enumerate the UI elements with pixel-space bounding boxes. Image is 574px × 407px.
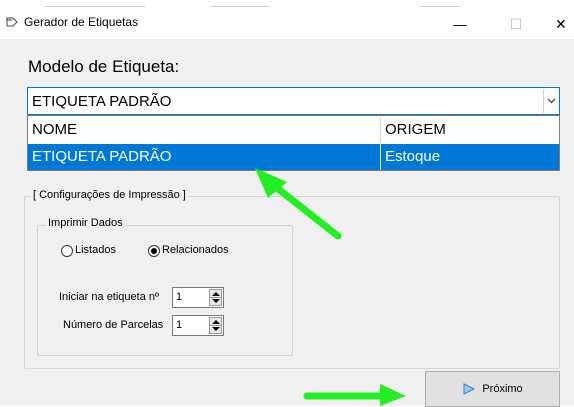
background-line [45,6,145,7]
chevron-down-icon [547,98,555,104]
minimize-button[interactable]: — [437,9,483,39]
modelo-dropdown-list: NOME ORIGEM ETIQUETA PADRÃO Estoque [27,115,560,171]
spin-up-icon [212,320,220,324]
parcelas-value: 1 [176,319,183,331]
spin-down-icon [212,327,220,331]
numero-parcelas-input[interactable]: 1 [172,315,224,336]
radio-listados[interactable] [61,245,73,257]
dropdown-row[interactable]: ETIQUETA PADRÃO Estoque [28,144,559,170]
background-line [210,6,270,7]
background-strip [0,0,574,9]
iniciar-value: 1 [176,291,183,303]
next-button[interactable]: Próximo [425,371,560,407]
play-arrow-icon [463,383,476,395]
maximize-button[interactable]: ☐ [493,9,539,39]
window-title: Gerador de Etiquetas [24,15,139,29]
iniciar-spinner[interactable] [209,289,222,306]
column-separator [380,117,381,143]
app-icon [6,17,18,27]
column-header-origem: ORIGEM [385,121,446,138]
radio-relacionados-label[interactable]: Relacionados [162,244,229,256]
print-data-title: Imprimir Dados [46,217,125,229]
parcelas-spinner[interactable] [209,317,222,334]
modelo-selected-value: ETIQUETA PADRÃO [32,93,172,110]
spin-divider [210,325,221,326]
modelo-combobox[interactable]: ETIQUETA PADRÃO [27,87,560,115]
modelo-label: Modelo de Etiqueta: [28,57,180,76]
iniciar-etiqueta-input[interactable]: 1 [172,287,224,308]
radio-listados-label[interactable]: Listados [75,244,116,256]
column-separator [380,144,381,170]
spin-down-icon [212,299,220,303]
spin-up-icon [212,292,220,296]
dropdown-header-row: NOME ORIGEM [28,117,559,143]
next-button-label: Próximo [482,383,523,395]
dialog-window: Gerador de Etiquetas — ☐ ✕ Modelo de Eti… [0,9,574,407]
parcelas-label: Número de Parcelas [63,319,164,331]
close-button[interactable]: ✕ [549,9,574,39]
radio-relacionados[interactable] [148,245,160,257]
background-line [420,6,460,7]
combo-dropdown-button[interactable] [543,89,558,113]
title-bar: Gerador de Etiquetas — ☐ ✕ [0,9,574,39]
spin-divider [210,297,221,298]
iniciar-label: Iniciar na etiqueta nº [59,291,160,303]
row-origem: Estoque [385,148,441,165]
row-nome: ETIQUETA PADRÃO [32,148,172,165]
print-settings-title: [ Configurações de Impressão ] [31,189,188,201]
column-header-nome: NOME [32,121,77,138]
